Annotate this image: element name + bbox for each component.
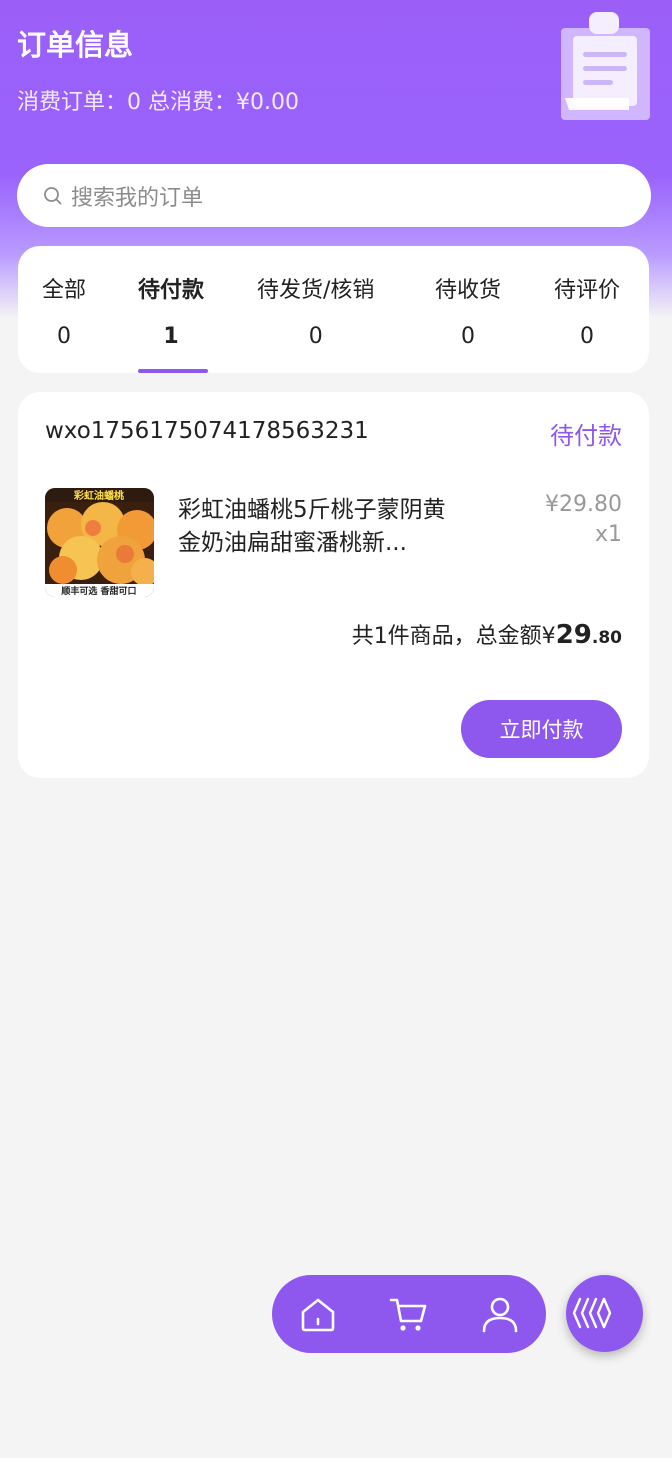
tab-label: 待发货/核销 bbox=[257, 278, 375, 303]
tab-label: 待评价 bbox=[554, 278, 621, 303]
tab-count: 0 bbox=[308, 324, 323, 349]
tab-pending-receipt[interactable]: 待收货 0 bbox=[435, 272, 501, 349]
order-card[interactable]: wxo1756175074178563231 待付款 彩虹油蟠桃 顺丰可选 香甜… bbox=[18, 392, 649, 778]
order-total: 共1件商品，总金额¥29.80 bbox=[352, 618, 622, 650]
product-name[interactable]: 彩虹油蟠桃5斤桃子蒙阴黄金奶油扁甜蜜潘桃新... bbox=[178, 494, 468, 560]
total-prefix: 共1件商品，总金额¥ bbox=[351, 624, 556, 649]
search-input[interactable]: 搜索我的订单 bbox=[71, 180, 203, 212]
page-title: 订单信息 bbox=[17, 28, 134, 62]
cart-icon[interactable] bbox=[388, 1294, 428, 1334]
tab-all[interactable]: 全部 0 bbox=[42, 272, 86, 349]
search-icon bbox=[43, 186, 63, 206]
tab-count: 0 bbox=[580, 324, 594, 349]
tab-count: 0 bbox=[461, 324, 475, 349]
search-bar[interactable]: 搜索我的订单 bbox=[17, 164, 651, 227]
clipboard-icon bbox=[559, 12, 652, 122]
bottom-nav bbox=[272, 1275, 546, 1353]
product-price: ¥29.80 bbox=[545, 492, 622, 517]
tab-label: 全部 bbox=[42, 278, 87, 303]
waves-icon bbox=[572, 1297, 612, 1329]
tab-count: 0 bbox=[57, 324, 71, 349]
total-amount-integer: 29 bbox=[555, 620, 592, 650]
order-number: wxo1756175074178563231 bbox=[45, 418, 369, 444]
product-quantity: x1 bbox=[594, 522, 622, 547]
tab-pending-shipment[interactable]: 待发货/核销 0 bbox=[257, 272, 374, 349]
active-tab-indicator bbox=[138, 369, 208, 373]
total-amount-decimal: .80 bbox=[591, 628, 622, 648]
tab-pending-review[interactable]: 待评价 0 bbox=[554, 272, 620, 349]
tab-label: 待收货 bbox=[435, 278, 502, 303]
floating-action-button[interactable] bbox=[566, 1275, 643, 1352]
order-summary: 消费订单：0 总消费：¥0.00 bbox=[17, 90, 299, 115]
tab-pending-payment[interactable]: 待付款 1 bbox=[138, 272, 204, 349]
tab-count: 1 bbox=[163, 324, 179, 349]
product-image-banner-bottom: 顺丰可选 香甜可口 bbox=[61, 585, 136, 597]
user-icon[interactable] bbox=[480, 1294, 520, 1334]
tab-label: 待付款 bbox=[138, 278, 205, 303]
product-image[interactable]: 彩虹油蟠桃 顺丰可选 香甜可口 bbox=[45, 488, 154, 597]
order-status: 待付款 bbox=[550, 422, 622, 450]
order-tabs: 全部 0 待付款 1 待发货/核销 0 待收货 0 待评价 0 bbox=[18, 246, 649, 373]
home-icon[interactable] bbox=[298, 1294, 338, 1334]
product-image-banner-top: 彩虹油蟠桃 bbox=[73, 489, 124, 502]
pay-now-button[interactable]: 立即付款 bbox=[461, 700, 622, 758]
